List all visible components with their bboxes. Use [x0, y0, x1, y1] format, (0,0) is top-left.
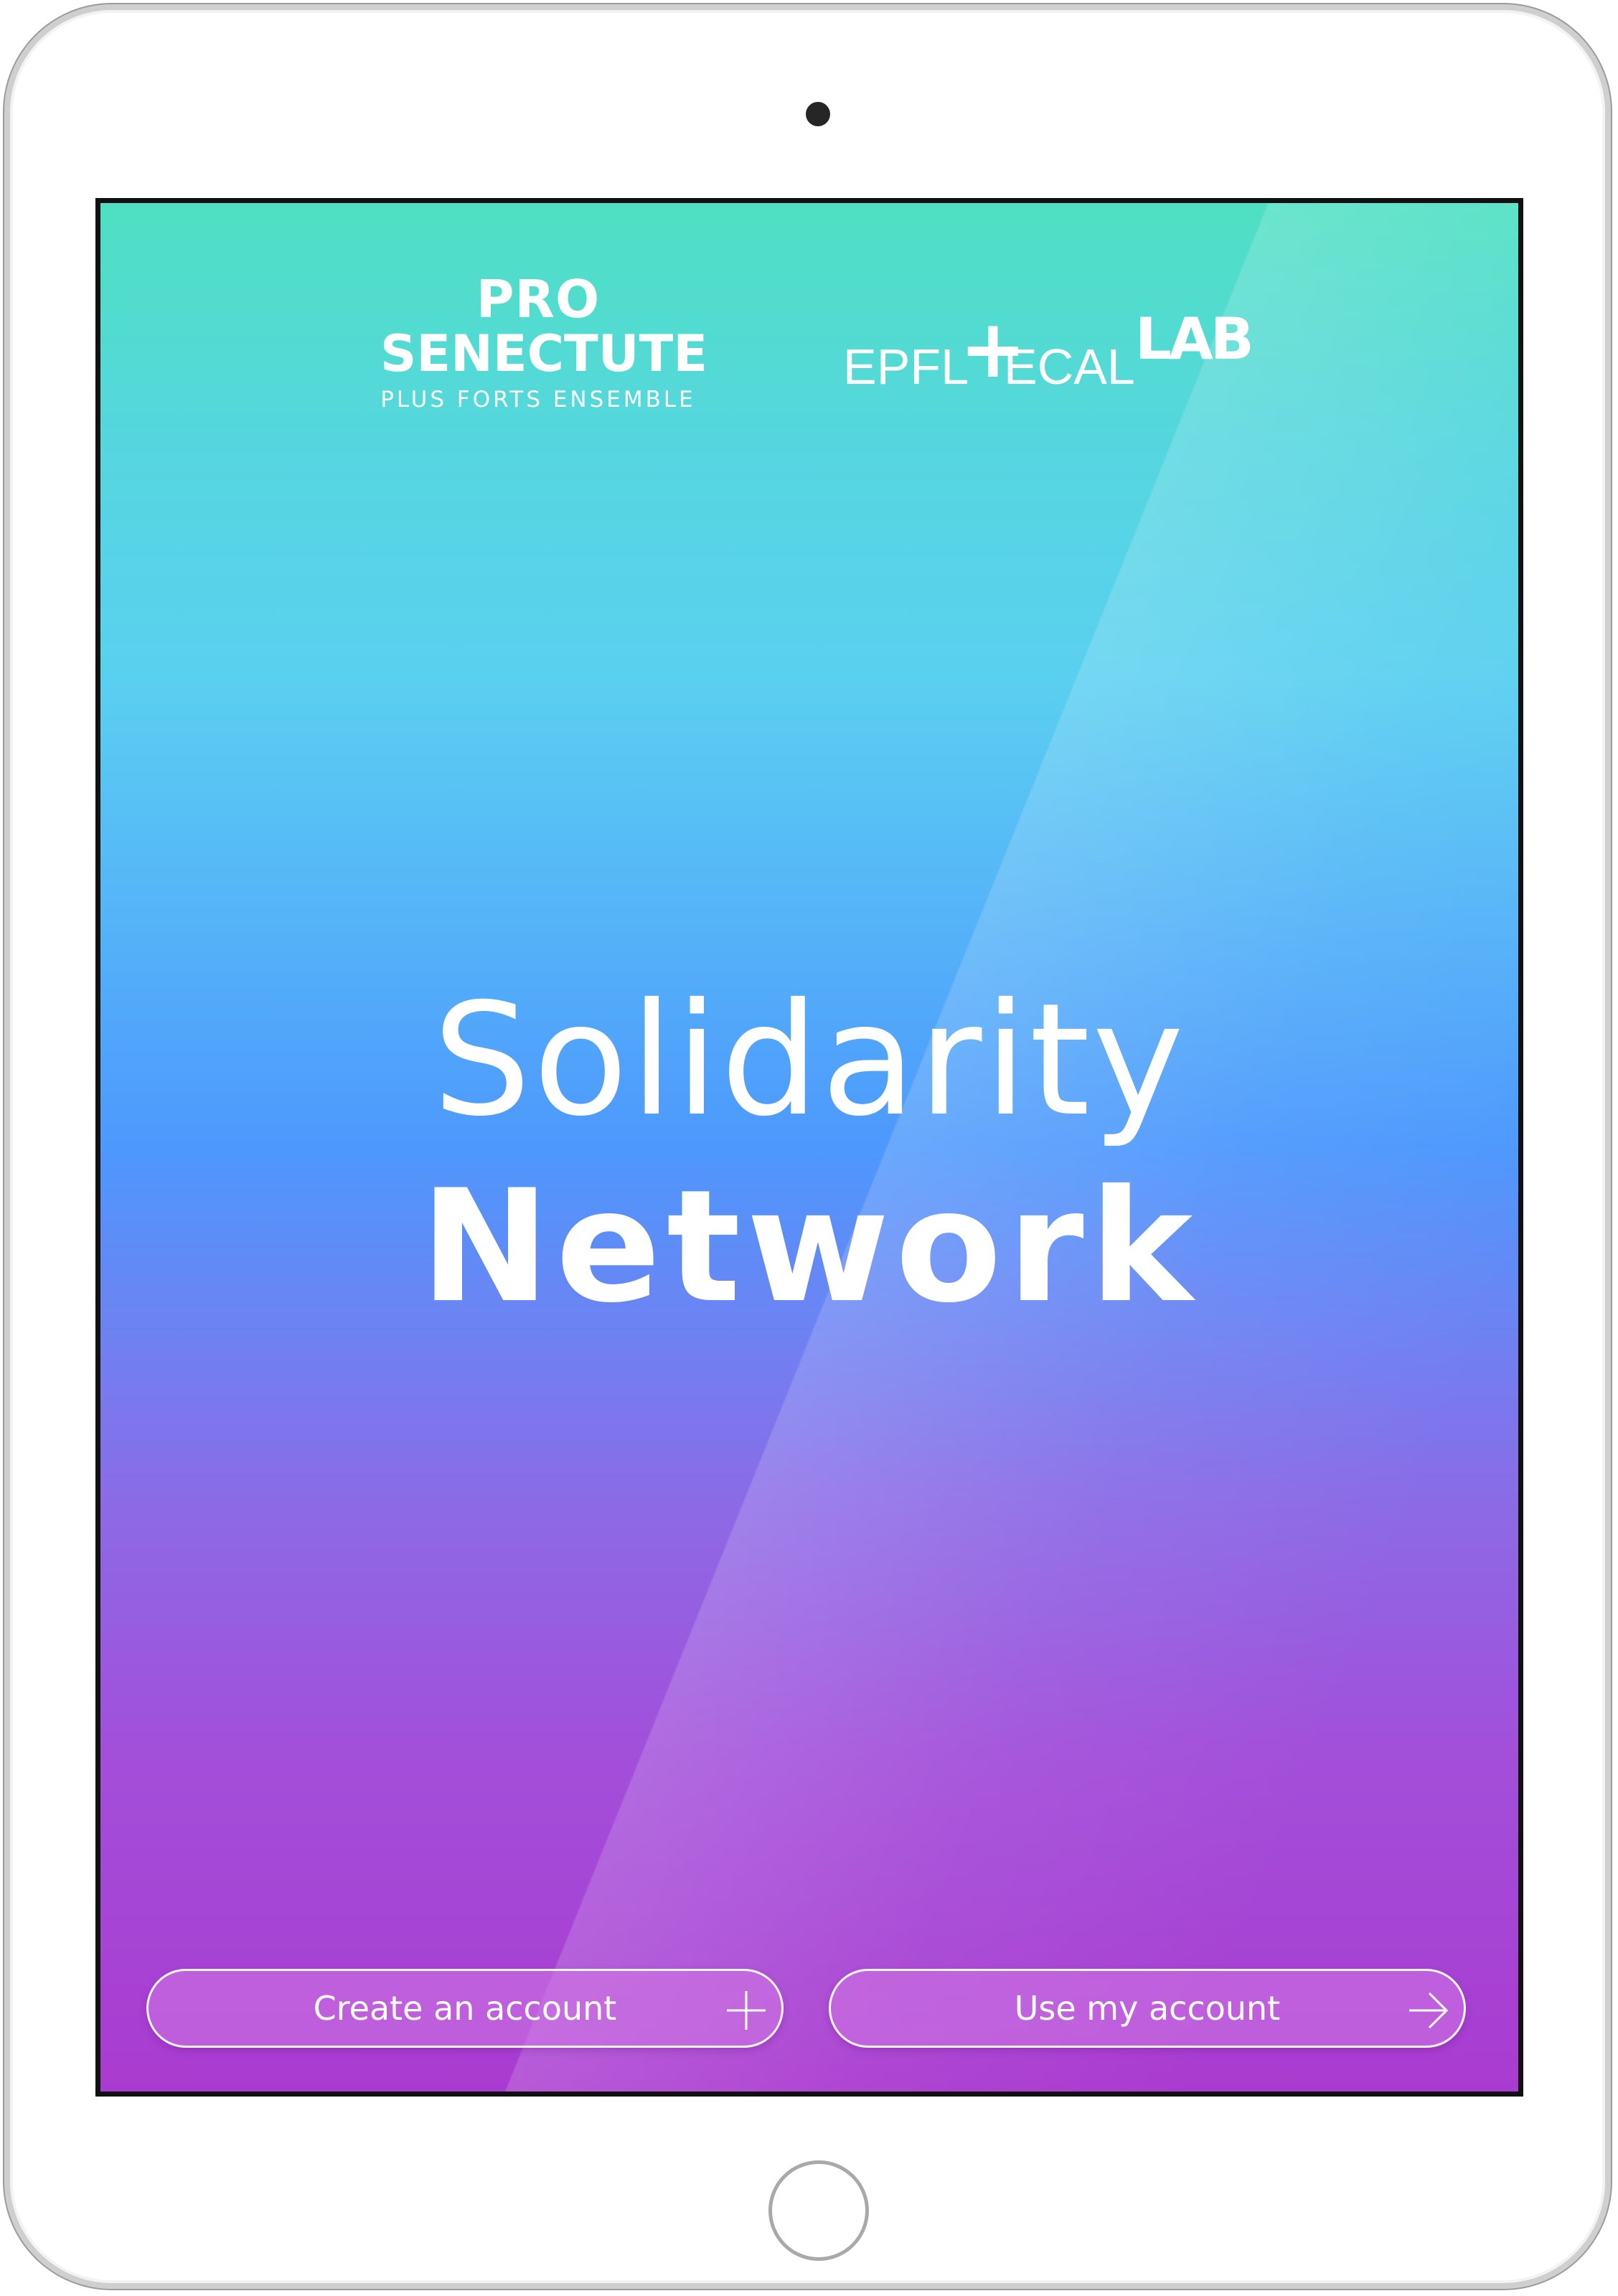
logo-line-senectute: SENECTUTE: [380, 324, 708, 383]
front-camera: [806, 102, 830, 126]
logo-ecal-text: ECAL: [1004, 339, 1135, 395]
pro-senectute-logo: PRO SENECTUTE PLUS FORTS ENSEMBLE: [380, 269, 708, 418]
app-screen: PRO SENECTUTE PLUS FORTS ENSEMBLE EPFL +…: [95, 198, 1523, 2097]
use-account-button[interactable]: Use my account: [829, 1969, 1466, 2048]
title-line-solidarity: Solidarity: [432, 970, 1187, 1150]
create-account-button[interactable]: Create an account: [146, 1969, 784, 2048]
logo-tagline: PLUS FORTS ENSEMBLE: [380, 387, 696, 413]
plus-icon: [727, 1991, 766, 2030]
logo-epfl-text: EPFL: [843, 339, 969, 395]
use-account-label: Use my account: [1014, 1989, 1281, 2028]
logo-line-pro: PRO: [476, 269, 601, 329]
epfl-ecal-lab-logo: EPFL + ECAL LAB: [843, 309, 1345, 395]
title-line-network: Network: [420, 1157, 1199, 1337]
home-button[interactable]: [768, 2160, 869, 2261]
app-title: Solidarity Network: [100, 967, 1518, 1340]
arrow-right-icon: [1409, 1992, 1449, 2029]
create-account-label: Create an account: [313, 1989, 617, 2028]
logo-lab-text: LAB: [1135, 306, 1254, 372]
